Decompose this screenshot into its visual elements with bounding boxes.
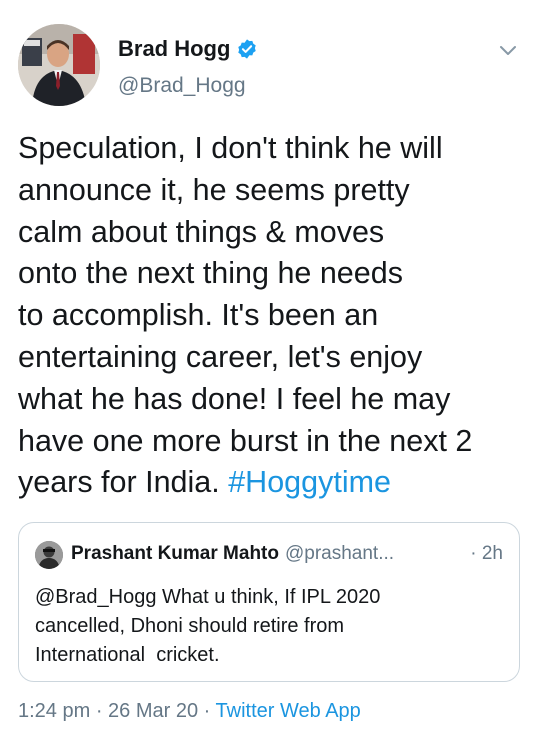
quoted-text-line: International cricket. [35,644,220,666]
separator-dot: · [90,700,109,722]
tweet-text-line: entertaining career, let's enjoy [18,339,423,374]
quoted-tweet[interactable]: Prashant Kumar Mahto @prashant... · 2h @… [18,522,520,682]
tweet-text-last-line: years for India. #Hoggytime [18,462,524,504]
tweet-text-line: Speculation, I don't think he will [18,131,443,165]
tweet-text-line: onto the next thing he needs [18,256,403,291]
quoted-text-line: @Brad_Hogg What u think, If IPL 2020 [35,586,381,608]
verified-badge-icon [236,38,258,60]
author-avatar[interactable] [18,24,100,106]
tweet-text-line: announce it, he seems pretty [18,172,410,207]
tweet-text-line: calm about things & moves [18,214,385,249]
author-name-row: Brad Hogg [118,36,258,62]
quoted-tweet-text: @Brad_Hogg What u think, If IPL 2020 can… [35,583,505,670]
quoted-tweet-header: Prashant Kumar Mahto @prashant... · 2h [71,543,503,565]
quoted-tweet-time: · 2h [470,543,503,564]
tweet-text-line: what he has done! I feel he may [18,381,451,416]
tweet-date[interactable]: 26 Mar 20 [108,700,198,722]
author-display-name[interactable]: Brad Hogg [118,36,230,62]
author-handle[interactable]: @Brad_Hogg [118,74,246,98]
tweet-text-line: have one more burst in the next 2 [18,423,473,458]
quoted-author-avatar [35,541,63,569]
quoted-text-line: cancelled, Dhoni should retire from [35,615,345,637]
hashtag-link[interactable]: #Hoggytime [228,465,391,499]
separator-dot: · [198,700,216,722]
tweet-text: Speculation, I don't think he will annou… [18,128,524,504]
tweet-source-link[interactable]: Twitter Web App [216,700,361,722]
tweet-header: Brad Hogg @Brad_Hogg [18,24,522,114]
tweet-time[interactable]: 1:24 pm [18,700,90,722]
quoted-author-handle: @prashant... [284,543,395,564]
tweet-text-tail: years for India. [18,465,229,500]
tweet-text-line: to accomplish. It's been an [18,298,379,333]
chevron-down-icon[interactable] [498,40,518,60]
tweet-metadata: 1:24 pm · 26 Mar 20 · Twitter Web App [18,700,361,723]
quoted-author-name: Prashant Kumar Mahto [71,543,279,564]
tweet-card: Brad Hogg @Brad_Hogg Speculation, I don'… [0,0,540,740]
